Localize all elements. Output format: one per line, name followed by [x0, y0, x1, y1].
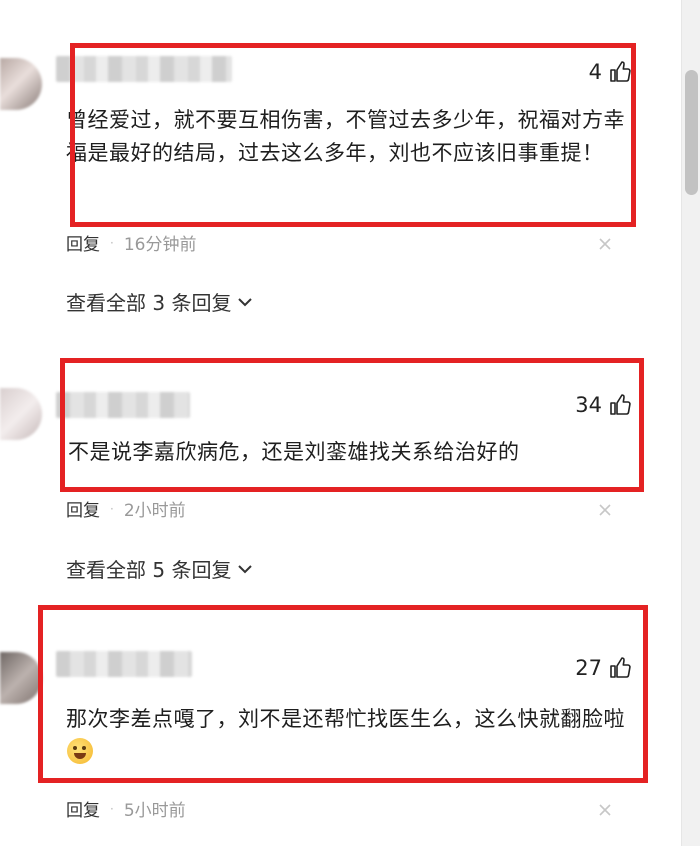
thumb-up-icon	[610, 394, 631, 415]
avatar[interactable]	[0, 652, 42, 704]
comment-meta: 回复 · 2小时前	[66, 496, 186, 521]
timestamp: 16分钟前	[123, 235, 197, 255]
like-count: 4	[588, 60, 602, 84]
comment-meta: 回复 · 5小时前	[66, 796, 186, 821]
chevron-down-icon	[238, 297, 253, 306]
username-blurred[interactable]	[56, 392, 190, 418]
reply-button[interactable]: 回复	[66, 796, 100, 821]
close-icon[interactable]	[598, 237, 612, 251]
view-all-replies-button[interactable]: 查看全部 5 条回复	[66, 554, 253, 583]
timestamp: 5小时前	[123, 801, 186, 821]
chevron-down-icon	[238, 564, 253, 573]
reply-button[interactable]: 回复	[66, 230, 100, 255]
comment-meta: 回复 · 16分钟前	[66, 230, 196, 255]
like-count: 34	[575, 393, 602, 417]
like-button[interactable]: 34	[575, 393, 632, 417]
close-icon[interactable]	[598, 503, 612, 517]
vertical-scrollbar[interactable]	[681, 0, 700, 846]
comment-text-content: 那次李差点嘎了，刘不是还帮忙找医生么，这么快就翻脸啦	[66, 707, 625, 731]
reply-button[interactable]: 回复	[66, 496, 100, 521]
like-button[interactable]: 27	[575, 656, 632, 680]
comment-text: 不是说李嘉欣病危，还是刘銮雄找关系给治好的	[68, 440, 520, 464]
timestamp: 2小时前	[123, 501, 186, 521]
comment-text: 那次李差点嘎了，刘不是还帮忙找医生么，这么快就翻脸啦	[66, 703, 636, 769]
thumb-up-icon	[610, 657, 631, 678]
avatar[interactable]	[0, 58, 42, 110]
scrollbar-thumb[interactable]	[685, 70, 698, 195]
separator-dot: ·	[110, 235, 114, 250]
like-count: 27	[575, 656, 602, 680]
close-icon[interactable]	[598, 803, 612, 817]
like-button[interactable]: 4	[589, 60, 632, 84]
highlight-box-2	[60, 358, 644, 492]
username-blurred[interactable]	[56, 651, 192, 677]
separator-dot: ·	[110, 501, 114, 516]
separator-dot: ·	[110, 801, 114, 816]
view-all-replies-label: 查看全部 3 条回复	[66, 291, 232, 315]
avatar[interactable]	[0, 388, 42, 440]
view-all-replies-label: 查看全部 5 条回复	[66, 558, 232, 582]
thumb-up-icon	[610, 61, 631, 82]
comment-text: 曾经爱过，就不要互相伤害，不管过去多少年，祝福对方幸福是最好的结局，过去这么多年…	[66, 108, 625, 165]
username-blurred[interactable]	[56, 56, 232, 82]
laughing-crying-emoji-icon	[67, 738, 93, 764]
view-all-replies-button[interactable]: 查看全部 3 条回复	[66, 287, 253, 316]
